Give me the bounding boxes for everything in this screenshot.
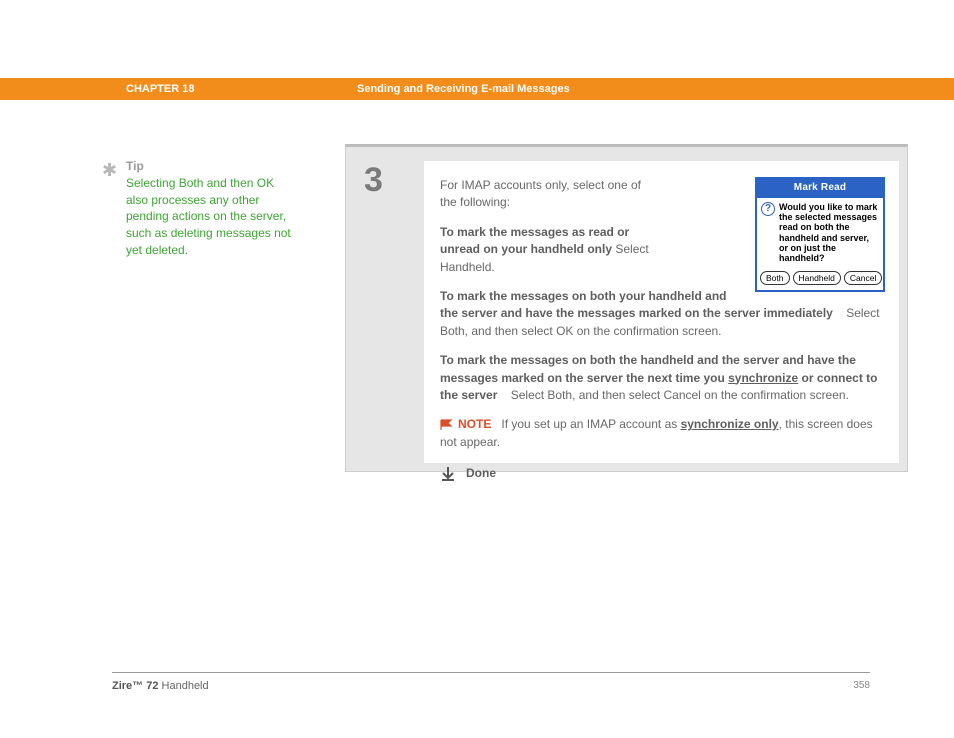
dialog-body: ? Would you like to mark the selected me… [757, 198, 883, 268]
note-line: NOTE If you set up an IMAP account as sy… [440, 416, 885, 451]
option-3: To mark the messages on both the handhel… [440, 352, 885, 404]
dialog-message: Would you like to mark the selected mess… [779, 202, 879, 264]
note-flag-icon [440, 419, 454, 431]
synchronize-only-link[interactable]: synchronize only [681, 417, 779, 431]
option-2-bold: To mark the messages on both your handhe… [440, 289, 833, 320]
done-row: Done [440, 465, 885, 482]
chapter-title: Sending and Receiving E-mail Messages [357, 83, 570, 95]
note-pre: If you set up an IMAP account as [501, 417, 680, 431]
tip-sidebar: ✱ Tip Selecting Both and then OK also pr… [104, 158, 324, 259]
footer-product-bold: Zire™ 72 [112, 680, 158, 692]
done-arrow-icon [440, 466, 456, 482]
footer-product-tail: Handheld [158, 680, 208, 692]
footer-page-number: 358 [853, 680, 870, 691]
footer-divider [112, 672, 870, 673]
dialog-title: Mark Read [757, 179, 883, 198]
step-intro: For IMAP accounts only, select one of th… [440, 177, 655, 212]
step-content: Mark Read ? Would you like to mark the s… [424, 161, 899, 463]
synchronize-link[interactable]: synchronize [728, 371, 798, 385]
dialog-button-row: Both Handheld Cancel [757, 268, 883, 290]
option-3-tail: Select Both, and then select Cancel on t… [511, 388, 849, 402]
chapter-number: CHAPTER 18 [126, 83, 194, 95]
cancel-button[interactable]: Cancel [844, 271, 882, 285]
note-label: NOTE [458, 417, 491, 431]
question-icon: ? [761, 202, 775, 216]
step-panel: 3 Mark Read ? Would you like to mark the… [345, 144, 908, 472]
option-1: To mark the messages as read or unread o… [440, 224, 655, 276]
option-2: To mark the messages on both your handhe… [440, 288, 885, 340]
option-1-bold: To mark the messages as read or unread o… [440, 225, 629, 256]
tip-star-icon: ✱ [102, 158, 117, 183]
tip-heading: Tip [126, 158, 324, 175]
handheld-button[interactable]: Handheld [793, 271, 841, 285]
both-button[interactable]: Both [760, 271, 790, 285]
chapter-header: CHAPTER 18 Sending and Receiving E-mail … [0, 78, 954, 100]
mark-read-dialog: Mark Read ? Would you like to mark the s… [755, 177, 885, 292]
tip-body: Selecting Both and then OK also processe… [126, 175, 296, 259]
footer-product: Zire™ 72 Handheld [112, 680, 209, 692]
done-label: Done [466, 465, 496, 482]
step-number: 3 [364, 161, 383, 200]
